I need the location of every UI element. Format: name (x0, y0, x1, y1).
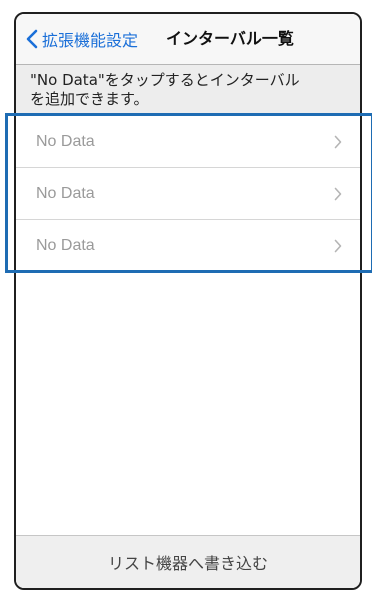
chevron-right-icon (334, 135, 342, 149)
chevron-right-icon (334, 239, 342, 253)
list-item-label: No Data (36, 184, 95, 202)
chevron-right-icon (334, 187, 342, 201)
info-banner: "No Data"をタップするとインターバル を追加できます。 (16, 65, 360, 116)
info-text-line-1: "No Data"をタップするとインターバル (30, 71, 300, 89)
back-button[interactable]: 拡張機能設定 (26, 27, 138, 51)
back-button-label: 拡張機能設定 (42, 31, 139, 50)
chevron-left-icon (26, 29, 38, 49)
write-to-list-device-button[interactable]: リスト機器へ書き込む (16, 535, 360, 588)
info-text-line-2: を追加できます。 (30, 90, 149, 108)
list-item[interactable]: No Data (16, 116, 360, 168)
list-item[interactable]: No Data (16, 168, 360, 220)
list-item[interactable]: No Data (16, 220, 360, 272)
interval-list: No Data No Data No Data (16, 116, 360, 272)
phone-frame: 拡張機能設定 インターバル一覧 "No Data"をタップするとインターバル を… (14, 12, 362, 590)
list-item-label: No Data (36, 236, 95, 254)
list-item-label: No Data (36, 132, 95, 150)
navigation-bar: 拡張機能設定 インターバル一覧 (16, 14, 360, 65)
page-title: インターバル一覧 (166, 29, 294, 48)
write-to-list-device-label: リスト機器へ書き込む (107, 554, 268, 573)
